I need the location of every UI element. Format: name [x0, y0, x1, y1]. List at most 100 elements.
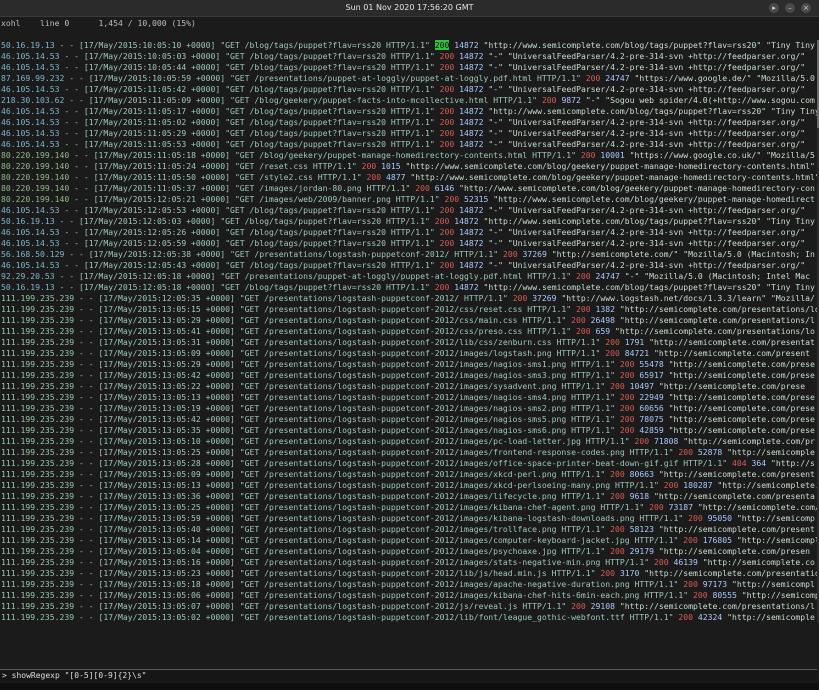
log-status: 200 — [576, 271, 591, 281]
log-size: 46139 — [673, 557, 698, 567]
log-status: 200 — [688, 513, 703, 523]
log-line: 87.169.99.232 - - [17/May/2015:10:05:59 … — [0, 73, 819, 84]
log-sep: - - — [74, 612, 99, 622]
log-referrer: "-" "UniversalFeedParser/4.2-pre-314-svn… — [488, 84, 806, 94]
log-timestamp: [17/May/2015:13:05:28 +0000] — [98, 458, 235, 468]
log-sep: - - — [74, 436, 99, 446]
log-request: "GET /presentations/logstash-puppetconf-… — [239, 425, 616, 435]
log-status: 200 — [610, 469, 625, 479]
log-referrer: "-" "UniversalFeedParser/4.2-pre-314-svn… — [488, 62, 806, 72]
system-clock[interactable]: Sun 01 Nov 2020 17:56:20 GMT — [0, 0, 819, 16]
log-sep: - - — [74, 326, 99, 336]
log-sep: - - — [59, 84, 84, 94]
log-view[interactable]: 50.16.19.13 - - [17/May/2015:10:05:10 +0… — [0, 40, 819, 623]
log-request: "GET /presentations/logstash-puppetconf-… — [239, 337, 601, 347]
log-status: 200 — [439, 51, 455, 61]
log-timestamp: [17/May/2015:10:05:44 +0000] — [83, 62, 221, 72]
window-controls: ▸ – × — [769, 3, 811, 13]
log-referrer: "http://semicomp — [741, 590, 819, 600]
log-line: 46.105.14.53 - - [17/May/2015:10:05:03 +… — [0, 51, 819, 62]
log-referrer: "http://www.semicomplete.com/blog/geeker… — [459, 183, 815, 193]
log-line: 111.199.235.239 - - [17/May/2015:13:05:1… — [0, 403, 819, 414]
log-referrer: "http://www.semicomplete.com/blog/tags/p… — [488, 106, 819, 116]
window-bottom-edge — [0, 683, 819, 690]
log-size: 14872 — [459, 128, 484, 138]
minimize-icon[interactable]: – — [785, 3, 795, 13]
log-size: 80555 — [712, 590, 737, 600]
log-referrer: "http://semicomplete.com/present — [658, 524, 815, 534]
log-sep: - - — [74, 513, 99, 523]
log-ip: 111.199.235.239 — [1, 601, 75, 611]
log-timestamp: [17/May/2015:13:05:04 +0000] — [98, 546, 235, 556]
status-line: xohl line 0 1,454 / 10,000 (15%) — [1, 18, 196, 28]
log-line: 111.199.235.239 - - [17/May/2015:13:05:3… — [0, 337, 819, 348]
log-ip: 111.199.235.239 — [1, 304, 75, 314]
log-size: 14872 — [454, 282, 479, 292]
network-icon[interactable]: ▸ — [769, 3, 779, 13]
log-size: 73187 — [668, 502, 693, 512]
log-size: 97173 — [702, 579, 728, 589]
log-ip: 111.199.235.239 — [1, 557, 75, 567]
log-size: 84721 — [624, 348, 650, 358]
log-size: 14872 — [459, 227, 484, 237]
log-timestamp: [17/May/2015:13:05:13 +0000] — [98, 480, 235, 490]
log-status: 200 — [634, 436, 650, 446]
log-sep: - - — [64, 95, 89, 105]
log-timestamp: [17/May/2015:11:05:18 +0000] — [93, 150, 231, 160]
log-ip: 111.199.235.239 — [1, 590, 75, 600]
log-status: 200 — [434, 40, 450, 50]
log-request: "GET /presentations/logstash-puppetconf-… — [239, 568, 596, 578]
log-sep: - - — [74, 524, 99, 534]
log-ip: 111.199.235.239 — [1, 381, 75, 391]
log-status: 200 — [600, 568, 616, 578]
log-timestamp: [17/May/2015:11:05:53 +0000] — [83, 139, 221, 149]
log-sep: - - — [59, 260, 84, 270]
log-size: 42324 — [697, 612, 723, 622]
log-ip: 111.199.235.239 — [1, 447, 75, 457]
log-sep: - - — [74, 337, 99, 347]
log-sep: - - — [74, 601, 99, 611]
log-ip: 111.199.235.239 — [1, 315, 75, 325]
log-timestamp: [17/May/2015:12:05:26 +0000] — [83, 227, 221, 237]
log-line: 218.30.103.62 - - [17/May/2015:11:05:09 … — [0, 95, 819, 106]
log-size: 78075 — [639, 414, 664, 424]
log-status: 200 — [576, 326, 591, 336]
log-ip: 46.105.14.53 — [1, 117, 60, 127]
log-size: 55478 — [639, 359, 664, 369]
log-referrer: "http://semicomplete.com/present — [658, 469, 815, 479]
log-timestamp: [17/May/2015:11:05:09 +0000] — [88, 95, 226, 105]
close-icon[interactable]: × — [801, 3, 811, 13]
log-referrer: "-" "UniversalFeedParser/4.2-pre-314-svn… — [488, 238, 806, 248]
log-sep: - - — [74, 491, 99, 501]
log-size: 364 — [751, 458, 767, 468]
log-status: 200 — [434, 216, 450, 226]
log-sep: - - — [69, 172, 94, 182]
log-size: 9872 — [561, 95, 581, 105]
log-line: 111.199.235.239 - - [17/May/2015:13:05:1… — [0, 392, 819, 403]
log-line: 111.199.235.239 - - [17/May/2015:13:05:2… — [0, 359, 819, 370]
log-line: 111.199.235.239 - - [17/May/2015:13:05:0… — [0, 612, 819, 623]
log-line: 50.16.19.13 - - [17/May/2015:10:05:10 +0… — [0, 40, 819, 51]
log-ip: 111.199.235.239 — [1, 480, 75, 490]
log-ip: 80.220.199.140 — [1, 172, 70, 182]
log-size: 14872 — [459, 205, 484, 215]
log-ip: 111.199.235.239 — [1, 425, 75, 435]
log-sep: - - — [74, 425, 99, 435]
log-line: 50.16.19.13 - - [17/May/2015:12:05:18 +0… — [0, 282, 819, 293]
log-ip: 80.220.199.140 — [1, 150, 70, 160]
log-referrer: "http://www.semicomplete.com/blog/geeker… — [410, 172, 819, 182]
log-referrer: "http://semicomplete.com/presentations/l… — [619, 304, 819, 314]
log-timestamp: [17/May/2015:11:05:37 +0000] — [93, 183, 231, 193]
log-status: 200 — [619, 370, 635, 380]
log-line: 92.29.20.53 - - [17/May/2015:12:05:18 +0… — [0, 271, 819, 282]
log-ip: 111.199.235.239 — [1, 370, 75, 380]
command-input[interactable] — [2, 670, 782, 681]
log-line: 46.105.14.53 - - [17/May/2015:11:05:29 +… — [0, 128, 819, 139]
log-ip: 218.30.103.62 — [1, 95, 65, 105]
log-referrer: "http://semicomplete.com/" "Mozilla/5.0 … — [551, 249, 815, 259]
log-status: 200 — [678, 447, 693, 457]
log-line: 111.199.235.239 - - [17/May/2015:13:05:0… — [0, 348, 819, 359]
log-referrer: "http://semicomplete.com/pre — [697, 502, 819, 512]
log-referrer: "http://semicomplete.com/presenta — [654, 491, 815, 501]
log-timestamp: [17/May/2015:13:05:16 +0000] — [98, 557, 235, 567]
